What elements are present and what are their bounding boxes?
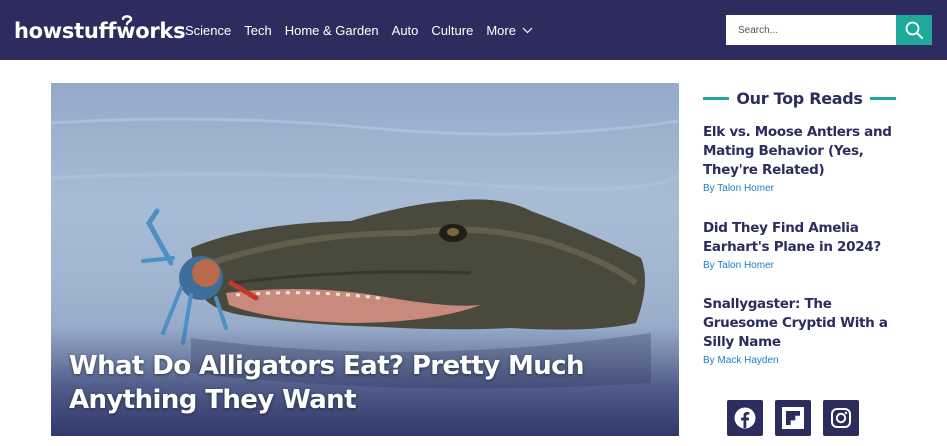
nav-culture[interactable]: Culture: [431, 23, 473, 38]
nav-more-label: More: [486, 22, 516, 38]
top-read-byline[interactable]: By Mack Hayden: [703, 355, 903, 366]
nav-science[interactable]: Science: [185, 23, 231, 38]
hero-article[interactable]: What Do Alligators Eat? Pretty Much Anyt…: [51, 83, 679, 436]
facebook-link[interactable]: [727, 400, 763, 436]
site-header: howstuffworks Science Tech Home & Garden…: [0, 0, 947, 60]
nav-more[interactable]: More: [486, 23, 533, 38]
main-nav: Science Tech Home & Garden Auto Culture …: [185, 0, 546, 60]
chevron-down-icon: [522, 27, 533, 33]
top-read-title[interactable]: Snallygaster: The Gruesome Cryptid With …: [703, 295, 903, 352]
hero-title[interactable]: What Do Alligators Eat? Pretty Much Anyt…: [69, 349, 669, 417]
nav-tech[interactable]: Tech: [244, 23, 271, 38]
search-button[interactable]: [896, 15, 932, 45]
nav-auto[interactable]: Auto: [392, 23, 419, 38]
logo-text: howstuffworks: [14, 19, 186, 43]
top-read-title[interactable]: Did They Find Amelia Earhart's Plane in …: [703, 219, 903, 257]
heading-rule-left: [703, 96, 730, 100]
top-read-byline[interactable]: By Talon Homer: [703, 260, 903, 271]
flipboard-link[interactable]: [775, 400, 811, 436]
search-input[interactable]: [726, 15, 896, 45]
top-read-item[interactable]: Did They Find Amelia Earhart's Plane in …: [703, 219, 903, 271]
heading-rule-right: [869, 96, 896, 100]
logo-question-mark-icon: [121, 15, 133, 26]
facebook-icon: [734, 407, 756, 429]
instagram-link[interactable]: [823, 400, 859, 436]
top-read-item[interactable]: Elk vs. Moose Antlers and Mating Behavio…: [703, 123, 903, 194]
flipboard-icon: [782, 407, 804, 429]
top-read-title[interactable]: Elk vs. Moose Antlers and Mating Behavio…: [703, 123, 903, 180]
search-bar: [726, 15, 932, 45]
top-reads-title: Our Top Reads: [736, 88, 863, 108]
site-logo[interactable]: howstuffworks: [14, 14, 186, 48]
search-icon: [905, 21, 923, 39]
top-read-byline[interactable]: By Talon Homer: [703, 183, 903, 194]
top-read-item[interactable]: Snallygaster: The Gruesome Cryptid With …: [703, 295, 903, 366]
instagram-icon: [831, 408, 851, 428]
nav-home-garden[interactable]: Home & Garden: [285, 23, 379, 38]
top-reads-heading: Our Top Reads: [703, 86, 896, 110]
